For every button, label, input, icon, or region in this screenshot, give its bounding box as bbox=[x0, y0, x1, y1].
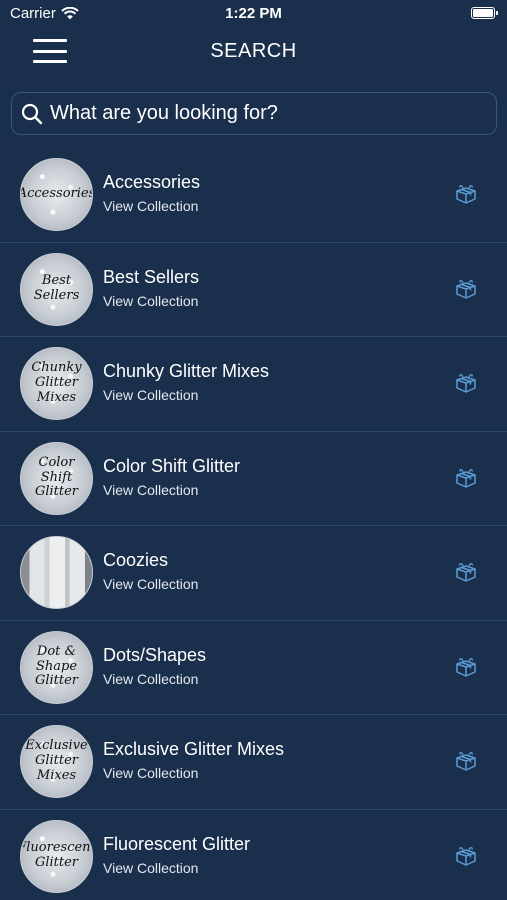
gift-box-icon[interactable] bbox=[454, 467, 478, 489]
view-collection-link[interactable]: View Collection bbox=[103, 387, 198, 403]
collection-row[interactable]: Dot & Shape Glitter Dots/Shapes View Colle… bbox=[0, 621, 507, 715]
collection-row[interactable]: Best Sellers Best Sellers View Collection bbox=[0, 243, 507, 337]
header: SEARCH bbox=[0, 28, 507, 78]
gift-box-icon[interactable] bbox=[454, 183, 478, 205]
thumbnail-caption: Chunky Glitter Mixes bbox=[31, 360, 82, 405]
gift-box-icon[interactable] bbox=[454, 750, 478, 772]
thumbnail-caption: Exclusive Glitter Mixes bbox=[25, 738, 88, 783]
collection-name: Color Shift Glitter bbox=[103, 455, 241, 476]
thumbnail-caption: Fluorescent Glitter bbox=[20, 840, 93, 870]
collection-list: Accessories Accessories View Collection Bes… bbox=[0, 148, 507, 900]
gift-box-icon[interactable] bbox=[454, 278, 478, 300]
collection-row[interactable]: Accessories Accessories View Collection bbox=[0, 148, 507, 243]
view-collection-link[interactable]: View Collection bbox=[103, 482, 198, 498]
view-collection-link[interactable]: View Collection bbox=[103, 671, 198, 687]
collection-row[interactable]: Coozies View Collection bbox=[0, 526, 507, 621]
search-bar[interactable] bbox=[11, 92, 497, 135]
view-collection-link[interactable]: View Collection bbox=[103, 860, 198, 876]
collection-thumbnail: Exclusive Glitter Mixes bbox=[20, 725, 93, 798]
collection-thumbnail: Dot & Shape Glitter bbox=[20, 630, 93, 704]
collection-name: Chunky Glitter Mixes bbox=[103, 361, 270, 381]
collection-name: Best Sellers bbox=[103, 266, 200, 287]
collection-thumbnail bbox=[20, 536, 93, 609]
collection-thumbnail: Chunky Glitter Mixes bbox=[20, 347, 93, 420]
view-collection-link[interactable]: View Collection bbox=[103, 765, 198, 781]
search-input[interactable] bbox=[50, 102, 470, 125]
collection-row[interactable]: Fluorescent Glitter Fluorescent Glitter Vi… bbox=[0, 810, 507, 900]
status-time: 1:22 PM bbox=[225, 5, 282, 22]
collection-name: Dots/Shapes bbox=[103, 644, 207, 665]
view-collection-link[interactable]: View Collection bbox=[103, 198, 198, 214]
battery-icon bbox=[471, 7, 498, 19]
collection-thumbnail: Accessories bbox=[20, 158, 93, 231]
gift-box-icon[interactable] bbox=[454, 561, 478, 583]
view-collection-link[interactable]: View Collection bbox=[103, 293, 198, 309]
gift-box-icon[interactable] bbox=[454, 656, 478, 678]
collection-name: Accessories bbox=[103, 172, 201, 192]
collection-name: Exclusive Glitter Mixes bbox=[103, 739, 285, 759]
search-icon bbox=[21, 103, 43, 124]
collection-name: Coozies bbox=[103, 550, 169, 570]
thumbnail-caption: Best Sellers bbox=[33, 273, 80, 303]
gift-box-icon[interactable] bbox=[454, 372, 478, 394]
collection-row[interactable]: Color Shift Glitter Color Shift Glitter Vi… bbox=[0, 432, 507, 526]
gift-box-icon[interactable] bbox=[454, 845, 478, 867]
thumbnail-caption: Dot & Shape Glitter bbox=[34, 643, 79, 689]
page-title: SEARCH bbox=[210, 40, 297, 62]
thumbnail-caption: Accessories bbox=[20, 186, 93, 202]
status-bar: Carrier 1:22 PM bbox=[0, 0, 507, 28]
collection-row[interactable]: Chunky Glitter Mixes Chunky Glitter Mixes… bbox=[0, 337, 507, 432]
collection-name: Fluorescent Glitter bbox=[103, 833, 251, 854]
thumbnail-caption: Color Shift Glitter bbox=[34, 454, 79, 500]
collection-thumbnail: Best Sellers bbox=[20, 252, 93, 326]
collection-row[interactable]: Exclusive Glitter Mixes Exclusive Glitter… bbox=[0, 715, 507, 810]
collection-thumbnail: Fluorescent Glitter bbox=[20, 819, 93, 893]
collection-thumbnail: Color Shift Glitter bbox=[20, 441, 93, 515]
view-collection-link[interactable]: View Collection bbox=[103, 576, 198, 592]
